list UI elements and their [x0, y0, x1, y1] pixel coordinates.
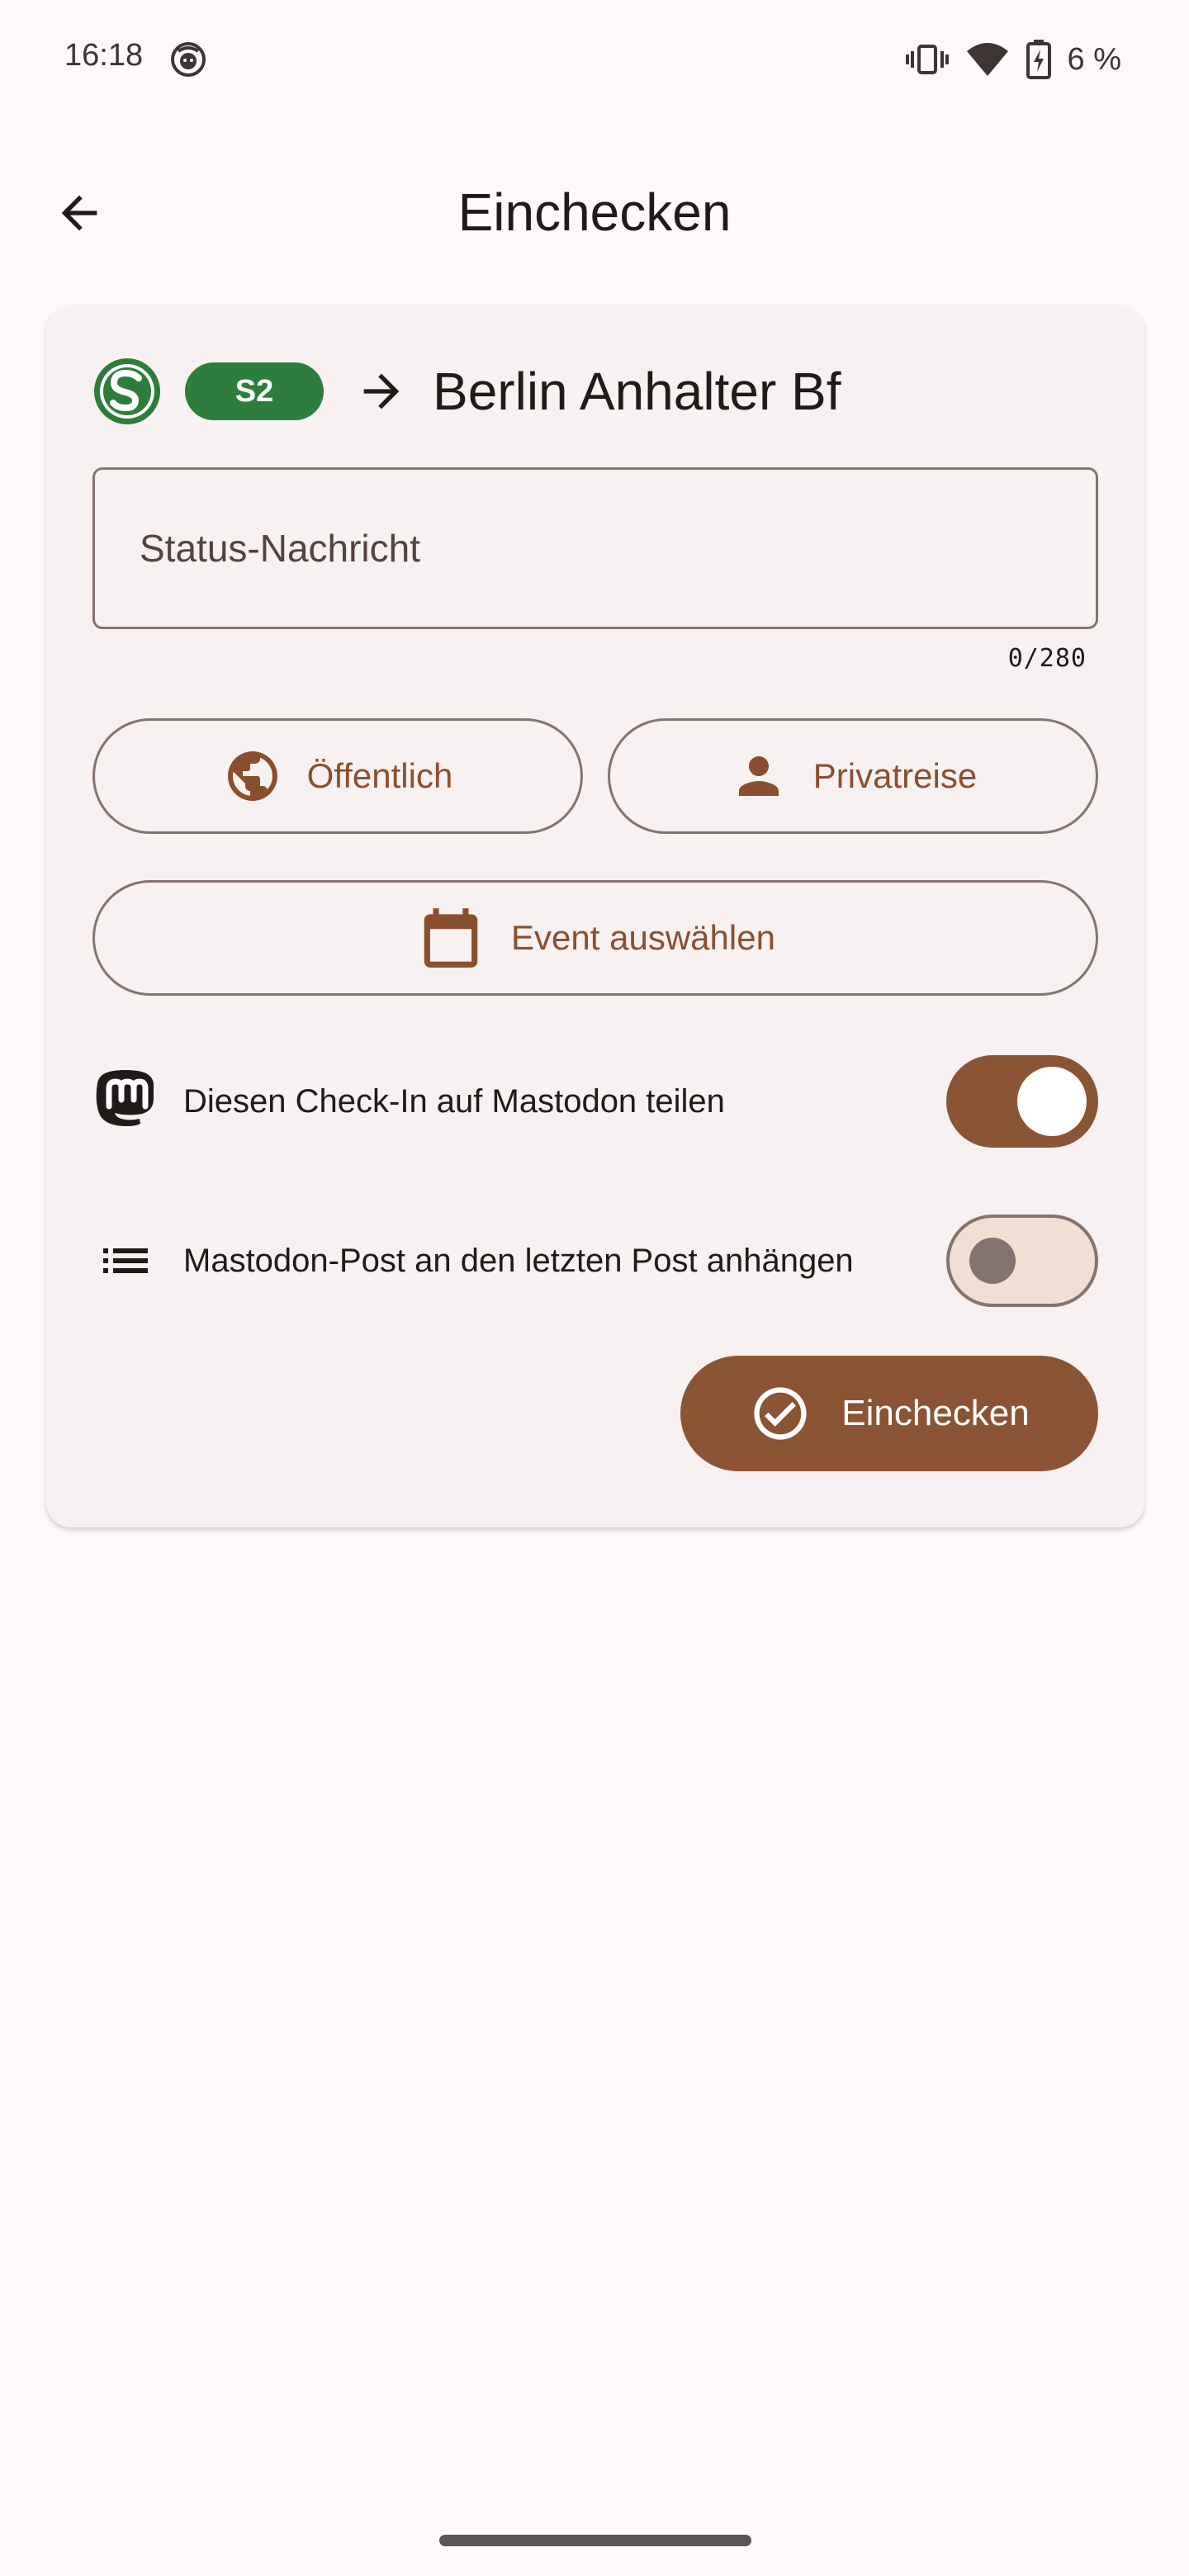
status-time: 16:18 [64, 38, 144, 73]
share-mastodon-switch[interactable] [946, 1055, 1098, 1148]
character-counter: 0/280 [1007, 644, 1087, 673]
append-post-switch[interactable] [946, 1215, 1098, 1307]
wifi-icon [966, 43, 1008, 76]
status-bar: 16:18 6 % [0, 0, 1189, 116]
checkin-card: S2 Berlin Anhalter Bf 0/280 Öffentlich P… [46, 305, 1144, 1527]
select-event-button[interactable]: Event auswählen [92, 880, 1098, 996]
list-icon [92, 1228, 159, 1294]
battery-percentage: 6 % [1067, 41, 1121, 77]
switch-thumb [969, 1238, 1016, 1284]
append-post-setting: Mastodon-Post an den letzten Post anhäng… [92, 1199, 1098, 1323]
line-badge: S2 [185, 362, 324, 420]
select-event-label: Event auswählen [511, 918, 775, 957]
trip-summary: S2 Berlin Anhalter Bf [92, 352, 841, 431]
travel-type-button[interactable]: Privatreise [608, 718, 1098, 834]
destination-station: Berlin Anhalter Bf [433, 362, 841, 421]
checkin-label: Einchecken [841, 1393, 1030, 1433]
visibility-label: Öffentlich [306, 756, 453, 795]
switch-thumb [1017, 1067, 1087, 1136]
arrow-forward-icon [363, 373, 400, 410]
home-indicator[interactable] [439, 2535, 751, 2546]
calendar-icon [424, 908, 478, 968]
travel-type-label: Privatreise [812, 756, 978, 795]
s-bahn-logo-icon [94, 358, 160, 424]
notification-avatar-icon [171, 42, 206, 77]
top-app-bar: Einchecken [0, 162, 1189, 261]
vibrate-icon [905, 45, 949, 74]
share-mastodon-label: Diesen Check-In auf Mastodon teilen [183, 1083, 725, 1120]
checkin-button[interactable]: Einchecken [680, 1356, 1098, 1471]
append-post-label: Mastodon-Post an den letzten Post anhäng… [183, 1243, 854, 1279]
globe-icon [227, 751, 277, 801]
mastodon-icon [92, 1068, 159, 1134]
person-icon [738, 756, 779, 796]
page-title: Einchecken [457, 182, 732, 242]
check-circle-icon [754, 1387, 807, 1440]
status-message-input[interactable] [92, 467, 1098, 629]
visibility-button[interactable]: Öffentlich [92, 718, 583, 834]
battery-charging-icon [1026, 40, 1051, 79]
share-mastodon-setting: Diesen Check-In auf Mastodon teilen [92, 1052, 1098, 1151]
